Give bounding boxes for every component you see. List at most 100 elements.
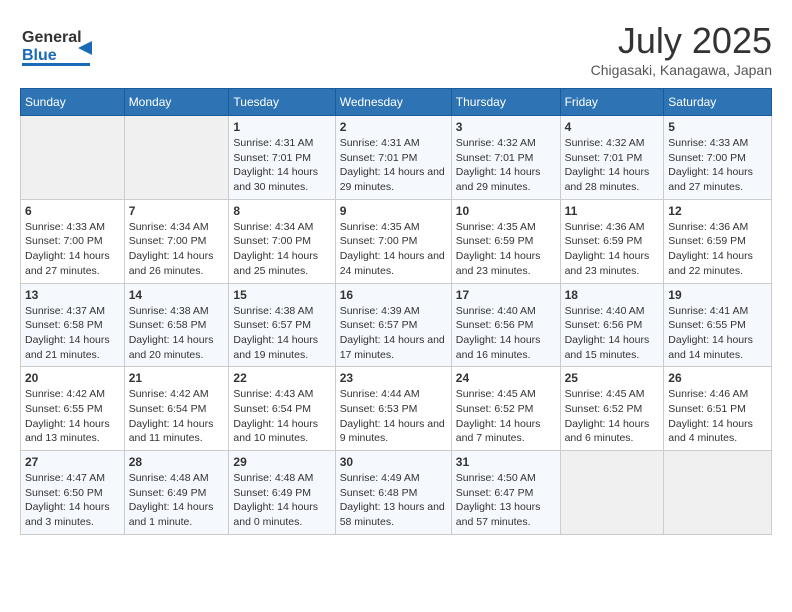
svg-text:Blue: Blue [22,47,57,64]
header-tuesday: Tuesday [229,89,335,116]
day-info: Sunrise: 4:45 AMSunset: 6:52 PMDaylight:… [565,387,660,446]
day-info: Sunrise: 4:49 AMSunset: 6:48 PMDaylight:… [340,471,447,530]
calendar-cell: 5Sunrise: 4:33 AMSunset: 7:00 PMDaylight… [664,116,772,200]
calendar-cell: 17Sunrise: 4:40 AMSunset: 6:56 PMDayligh… [451,283,560,367]
day-info: Sunrise: 4:35 AMSunset: 7:00 PMDaylight:… [340,220,447,279]
day-info: Sunrise: 4:44 AMSunset: 6:53 PMDaylight:… [340,387,447,446]
sunrise-text: Sunrise: 4:32 AM [456,136,556,151]
sunrise-text: Sunrise: 4:34 AM [233,220,330,235]
sunset-text: Sunset: 7:00 PM [233,234,330,249]
day-number: 12 [668,204,767,218]
title-area: July 2025 Chigasaki, Kanagawa, Japan [591,20,772,78]
sunrise-text: Sunrise: 4:35 AM [456,220,556,235]
day-info: Sunrise: 4:36 AMSunset: 6:59 PMDaylight:… [668,220,767,279]
sunset-text: Sunset: 6:50 PM [25,486,120,501]
sunset-text: Sunset: 7:01 PM [233,151,330,166]
daylight-text: Daylight: 14 hours and 9 minutes. [340,417,447,446]
sunset-text: Sunset: 6:54 PM [129,402,225,417]
sunset-text: Sunset: 7:01 PM [340,151,447,166]
day-number: 8 [233,204,330,218]
day-number: 11 [565,204,660,218]
sunrise-text: Sunrise: 4:40 AM [565,304,660,319]
day-info: Sunrise: 4:32 AMSunset: 7:01 PMDaylight:… [456,136,556,195]
calendar-cell: 16Sunrise: 4:39 AMSunset: 6:57 PMDayligh… [335,283,451,367]
day-info: Sunrise: 4:37 AMSunset: 6:58 PMDaylight:… [25,304,120,363]
sunrise-text: Sunrise: 4:36 AM [668,220,767,235]
sunset-text: Sunset: 6:59 PM [565,234,660,249]
sunrise-text: Sunrise: 4:46 AM [668,387,767,402]
calendar-cell: 27Sunrise: 4:47 AMSunset: 6:50 PMDayligh… [21,451,125,535]
calendar-cell: 29Sunrise: 4:48 AMSunset: 6:49 PMDayligh… [229,451,335,535]
daylight-text: Daylight: 14 hours and 26 minutes. [129,249,225,278]
daylight-text: Daylight: 13 hours and 57 minutes. [456,500,556,529]
day-number: 18 [565,288,660,302]
calendar-cell: 14Sunrise: 4:38 AMSunset: 6:58 PMDayligh… [124,283,229,367]
sunset-text: Sunset: 6:52 PM [565,402,660,417]
calendar-cell: 19Sunrise: 4:41 AMSunset: 6:55 PMDayligh… [664,283,772,367]
svg-text:General: General [22,29,82,46]
calendar-cell: 7Sunrise: 4:34 AMSunset: 7:00 PMDaylight… [124,199,229,283]
day-number: 16 [340,288,447,302]
header-sunday: Sunday [21,89,125,116]
day-info: Sunrise: 4:42 AMSunset: 6:55 PMDaylight:… [25,387,120,446]
header-wednesday: Wednesday [335,89,451,116]
day-number: 7 [129,204,225,218]
day-info: Sunrise: 4:31 AMSunset: 7:01 PMDaylight:… [233,136,330,195]
calendar-cell: 20Sunrise: 4:42 AMSunset: 6:55 PMDayligh… [21,367,125,451]
daylight-text: Daylight: 14 hours and 25 minutes. [233,249,330,278]
sunrise-text: Sunrise: 4:49 AM [340,471,447,486]
sunrise-text: Sunrise: 4:32 AM [565,136,660,151]
sunrise-text: Sunrise: 4:31 AM [340,136,447,151]
calendar-week-5: 27Sunrise: 4:47 AMSunset: 6:50 PMDayligh… [21,451,772,535]
calendar-cell: 26Sunrise: 4:46 AMSunset: 6:51 PMDayligh… [664,367,772,451]
sunset-text: Sunset: 7:01 PM [565,151,660,166]
day-number: 30 [340,455,447,469]
calendar-cell [560,451,664,535]
day-number: 5 [668,120,767,134]
day-number: 14 [129,288,225,302]
calendar-cell: 4Sunrise: 4:32 AMSunset: 7:01 PMDaylight… [560,116,664,200]
sunrise-text: Sunrise: 4:41 AM [668,304,767,319]
sunset-text: Sunset: 6:56 PM [456,318,556,333]
calendar-cell: 15Sunrise: 4:38 AMSunset: 6:57 PMDayligh… [229,283,335,367]
day-info: Sunrise: 4:31 AMSunset: 7:01 PMDaylight:… [340,136,447,195]
header-saturday: Saturday [664,89,772,116]
day-info: Sunrise: 4:36 AMSunset: 6:59 PMDaylight:… [565,220,660,279]
header-friday: Friday [560,89,664,116]
sunset-text: Sunset: 7:00 PM [668,151,767,166]
day-info: Sunrise: 4:41 AMSunset: 6:55 PMDaylight:… [668,304,767,363]
month-title: July 2025 [591,20,772,62]
daylight-text: Daylight: 14 hours and 7 minutes. [456,417,556,446]
calendar-cell: 28Sunrise: 4:48 AMSunset: 6:49 PMDayligh… [124,451,229,535]
daylight-text: Daylight: 14 hours and 6 minutes. [565,417,660,446]
day-number: 22 [233,371,330,385]
calendar-cell: 12 Sunrise: 4:36 AMSunset: 6:59 PMDayligh… [664,199,772,283]
calendar-week-4: 20Sunrise: 4:42 AMSunset: 6:55 PMDayligh… [21,367,772,451]
calendar-cell: 22Sunrise: 4:43 AMSunset: 6:54 PMDayligh… [229,367,335,451]
day-number: 17 [456,288,556,302]
header-monday: Monday [124,89,229,116]
sunrise-text: Sunrise: 4:33 AM [25,220,120,235]
calendar-table: Sunday Monday Tuesday Wednesday Thursday… [20,88,772,535]
daylight-text: Daylight: 14 hours and 24 minutes. [340,249,447,278]
sunrise-text: Sunrise: 4:36 AM [565,220,660,235]
day-number: 13 [25,288,120,302]
calendar-cell: 30 Sunrise: 4:49 AMSunset: 6:48 PMDayligh… [335,451,451,535]
day-info: Sunrise: 4:42 AMSunset: 6:54 PMDaylight:… [129,387,225,446]
sunrise-text: Sunrise: 4:47 AM [25,471,120,486]
day-info: Sunrise: 4:47 AMSunset: 6:50 PMDaylight:… [25,471,120,530]
daylight-text: Daylight: 14 hours and 20 minutes. [129,333,225,362]
daylight-text: Daylight: 14 hours and 29 minutes. [340,165,447,194]
sunset-text: Sunset: 6:53 PM [340,402,447,417]
day-number: 9 [340,204,447,218]
daylight-text: Daylight: 14 hours and 27 minutes. [25,249,120,278]
daylight-text: Daylight: 14 hours and 23 minutes. [456,249,556,278]
daylight-text: Daylight: 13 hours and 58 minutes. [340,500,447,529]
calendar-cell [21,116,125,200]
calendar-cell: 11 Sunrise: 4:36 AMSunset: 6:59 PMDayligh… [560,199,664,283]
sunrise-text: Sunrise: 4:35 AM [340,220,447,235]
day-number: 29 [233,455,330,469]
day-info: Sunrise: 4:38 AMSunset: 6:57 PMDaylight:… [233,304,330,363]
day-info: Sunrise: 4:34 AMSunset: 7:00 PMDaylight:… [233,220,330,279]
daylight-text: Daylight: 14 hours and 11 minutes. [129,417,225,446]
